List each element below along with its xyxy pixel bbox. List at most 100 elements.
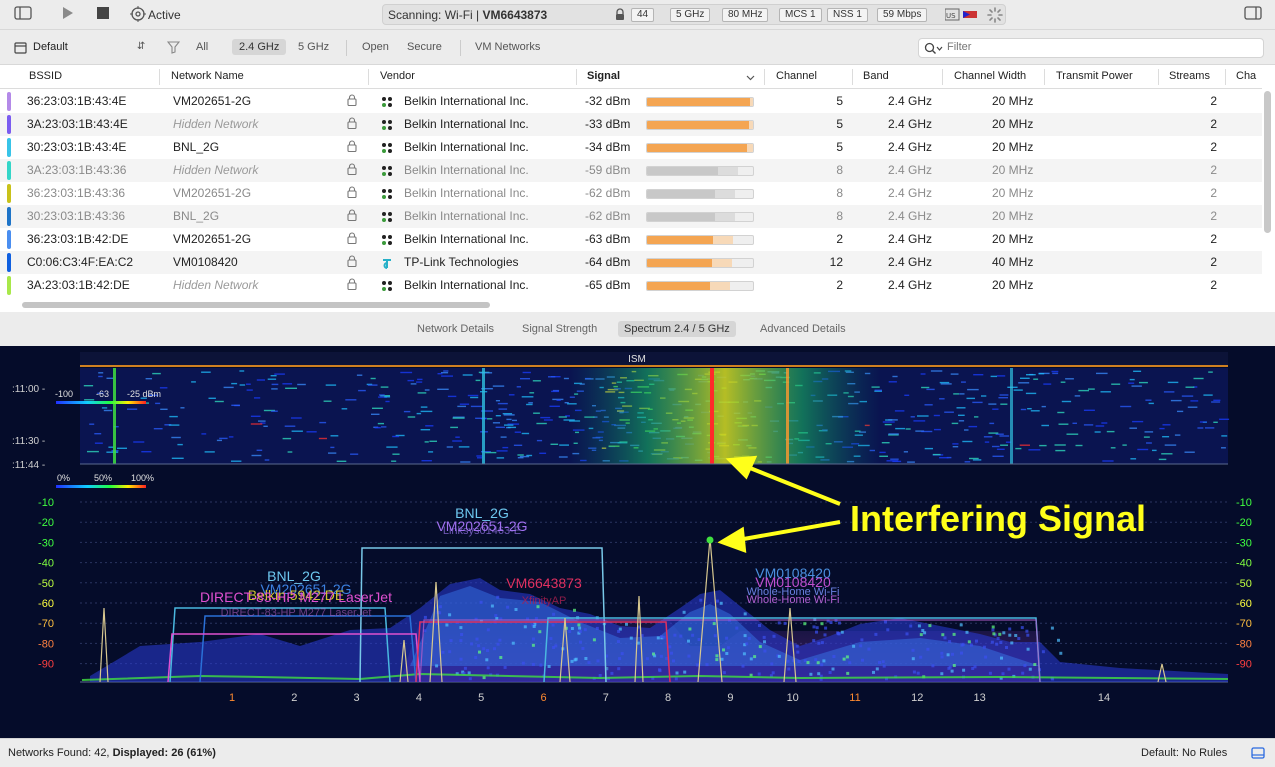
table-row[interactable]: 30:23:03:1B:43:36 BNL_2G Belkin Internatio… [0,205,1262,228]
waterfall-sample [972,401,983,404]
filter-vm-networks[interactable]: VM Networks [475,41,540,53]
vertical-scrollbar[interactable] [1264,91,1271,233]
cell-channel-width: 20 MHz [992,209,1034,223]
waterfall-sample [470,405,483,408]
waterfall-sample [536,422,547,425]
density-dot [1000,656,1003,660]
waterfall-sample [526,403,533,406]
col-channel-width[interactable]: Channel Width [954,70,1026,82]
table-row[interactable]: 3A:23:03:1B:43:4E Hidden Network Belkin In… [0,113,1262,136]
density-dot [875,667,879,671]
table-row[interactable]: 36:23:03:1B:43:4E VM202651-2G Belkin Inter… [0,90,1262,113]
waterfall-sample [992,455,1004,457]
tab-signal-strength[interactable]: Signal Strength [516,321,603,337]
rules-status[interactable]: Default: No Rules [1141,747,1227,759]
table-row[interactable]: C0:06:C3:4F:EA:C2 VM0108420 TP-Link Techno… [0,251,1262,274]
density-dot [578,626,582,630]
waterfall-sample [549,405,560,407]
waterfall-sample [1074,395,1081,397]
chevron-updown-icon[interactable]: ⇵ [137,41,145,52]
y-tick-label-left: -60 [38,598,54,610]
profile-select[interactable]: Default [33,41,68,53]
waterfall-sample [421,460,432,462]
waterfall-sample [256,449,263,451]
waterfall-sample [231,382,238,385]
density-dot [1017,637,1021,640]
table-row[interactable]: 36:23:03:1B:42:DE VM202651-2G Belkin Inter… [0,228,1262,251]
density-dot [1059,651,1063,655]
waterfall-sample [84,399,95,401]
filter-all[interactable]: All [196,41,208,53]
table-row[interactable]: 36:23:03:1B:43:36 VM202651-2G Belkin Inter… [0,182,1262,205]
waterfall-sample [1122,444,1127,446]
col-channel-utilization[interactable]: Cha [1236,70,1256,82]
waterfall-sample [177,443,183,446]
waterfall-sample [330,446,335,449]
waterfall-sample [1181,395,1194,397]
play-icon[interactable] [58,6,76,22]
col-signal[interactable]: Signal [587,70,620,82]
col-bssid[interactable]: BSSID [29,70,62,82]
filter-2-4ghz[interactable]: 2.4 GHz [232,39,287,55]
y-tick-label-left: -70 [38,618,54,630]
waterfall-sample [258,420,266,422]
density-dot [1010,641,1014,645]
tab-advanced-details[interactable]: Advanced Details [754,321,852,337]
waterfall-sample [271,388,278,390]
sort-chevron-icon[interactable] [746,71,755,85]
row-color-tag [7,161,11,180]
cell-channel: 2 [836,232,843,246]
cell-channel-width: 20 MHz [992,278,1034,292]
log-icon[interactable] [1251,747,1265,762]
table-row[interactable]: 3A:23:03:1B:42:DE Hidden Network Belkin In… [0,274,1262,297]
density-dot [943,636,947,640]
cell-vendor: Belkin International Inc. [404,186,529,200]
waterfall-sample [903,451,908,453]
sidebar-toggle-icon[interactable] [14,6,32,22]
density-dot [777,621,781,625]
filter-open[interactable]: Open [362,41,389,53]
table-row[interactable]: 30:23:03:1B:43:4E BNL_2G Belkin Internatio… [0,136,1262,159]
waterfall-sample [457,405,466,408]
density-dot [959,623,963,627]
tab-network-details[interactable]: Network Details [411,321,500,337]
col-network-name[interactable]: Network Name [171,70,244,82]
density-dot [941,633,945,637]
waterfall-sample [892,460,902,463]
waterfall-sample [284,425,296,427]
column-divider [764,69,765,85]
density-dot [743,612,747,616]
waterfall-sample [1152,449,1157,452]
density-dot [911,657,915,661]
filter-search-box[interactable] [918,38,1264,58]
density-dot [441,650,445,654]
filter-5ghz[interactable]: 5 GHz [298,41,329,53]
target-icon[interactable] [129,6,147,22]
inspector-toggle-icon[interactable] [1244,6,1262,22]
density-dot [741,664,745,668]
funnel-icon[interactable] [166,41,181,57]
horizontal-scrollbar[interactable] [22,302,490,308]
col-streams[interactable]: Streams [1169,70,1210,82]
waterfall-time-label: :11:00 - [12,384,45,395]
waterfall-sample [967,388,979,391]
network-label: Whole-Home Wi-Fi [747,594,840,606]
density-dot [842,657,846,661]
cell-band: 2.4 GHz [888,117,933,131]
waterfall-sample [450,426,458,429]
filter-input[interactable] [947,41,1247,53]
col-channel[interactable]: Channel [776,70,817,82]
waterfall-sample [89,423,95,425]
col-transmit-power[interactable]: Transmit Power [1056,70,1133,82]
stop-icon[interactable] [94,6,112,22]
cell-band: 2.4 GHz [888,278,933,292]
col-vendor[interactable]: Vendor [380,70,415,82]
tab-spectrum[interactable]: Spectrum 2.4 / 5 GHz [618,321,736,337]
density-dot [984,655,988,659]
filter-secure[interactable]: Secure [407,41,442,53]
col-band[interactable]: Band [863,70,889,82]
table-row[interactable]: 3A:23:03:1B:43:36 Hidden Network Belkin In… [0,159,1262,182]
cell-bssid: 30:23:03:1B:43:4E [27,140,127,154]
waterfall-sample [1185,386,1195,388]
density-dot [771,671,775,675]
